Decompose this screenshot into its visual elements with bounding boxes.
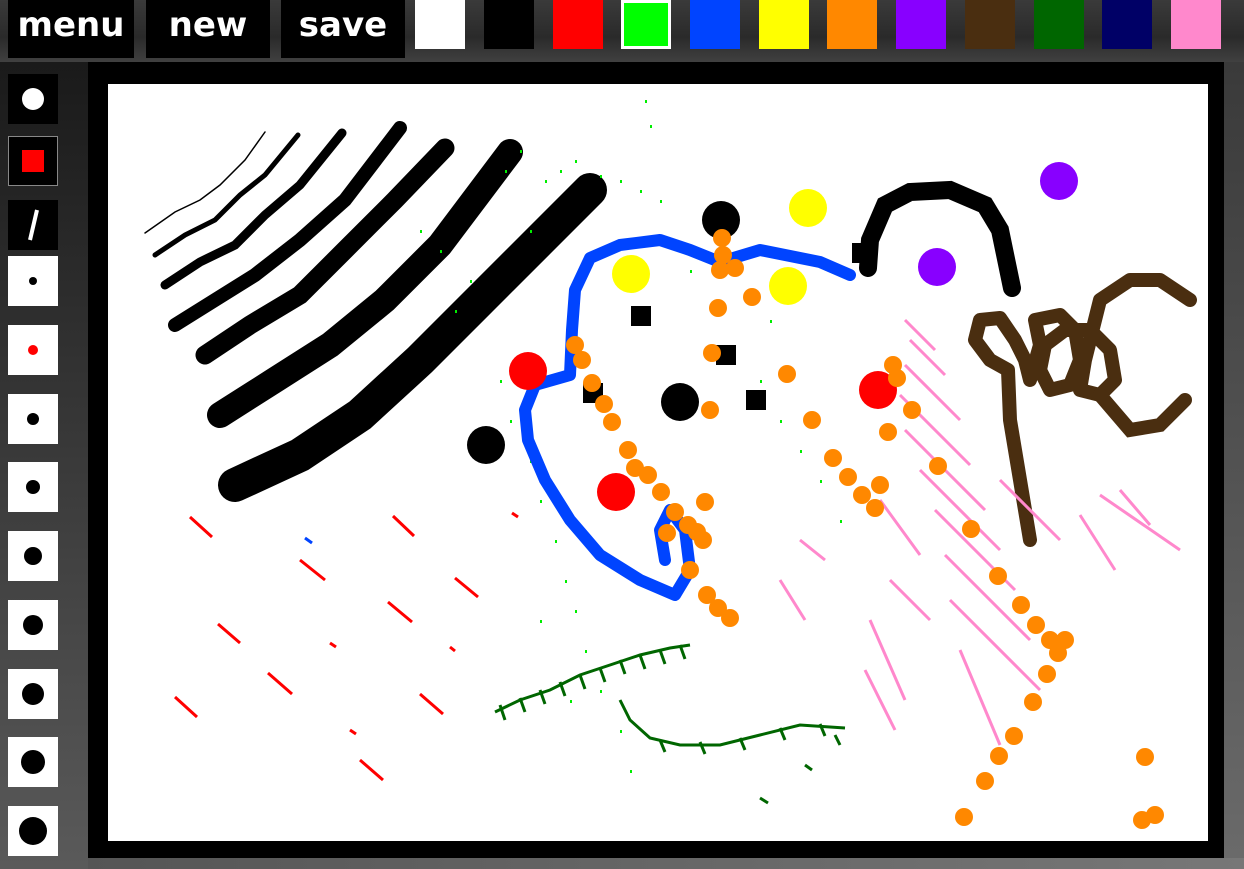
- color-swatch-dark-green[interactable]: [1034, 0, 1084, 49]
- brush-dot-icon: [24, 547, 42, 565]
- brush-dot-icon: [28, 345, 38, 355]
- color-swatch-purple[interactable]: [896, 0, 946, 49]
- color-swatch-white[interactable]: [415, 0, 465, 49]
- bottom-edge: [88, 858, 1244, 869]
- square-icon: [22, 150, 44, 172]
- color-swatch-navy[interactable]: [1102, 0, 1152, 49]
- brush-size-6[interactable]: [8, 600, 58, 650]
- save-button[interactable]: save: [281, 0, 405, 58]
- circle-tool[interactable]: [8, 74, 58, 124]
- brush-dot-icon: [22, 683, 44, 705]
- color-swatch-black[interactable]: [484, 0, 534, 49]
- square-tool[interactable]: [8, 136, 58, 186]
- menu-button[interactable]: menu: [8, 0, 134, 58]
- brush-size-3[interactable]: [8, 394, 58, 444]
- brush-dot-icon: [23, 615, 43, 635]
- tool-sidebar: [0, 62, 90, 869]
- brush-dot-icon: [19, 817, 47, 845]
- color-swatch-pink[interactable]: [1171, 0, 1221, 49]
- brush-size-1[interactable]: [8, 256, 58, 306]
- top-toolbar: menu new save: [0, 0, 1244, 62]
- line-icon: [28, 209, 39, 241]
- line-tool[interactable]: [8, 200, 58, 250]
- brush-size-8[interactable]: [8, 737, 58, 787]
- color-swatch-brown[interactable]: [965, 0, 1015, 49]
- drawing-canvas[interactable]: [108, 84, 1208, 841]
- right-edge: [1224, 62, 1244, 858]
- brush-size-9[interactable]: [8, 806, 58, 856]
- brush-dot-icon: [29, 277, 37, 285]
- brush-dot-icon: [26, 480, 40, 494]
- brush-size-2[interactable]: [8, 325, 58, 375]
- color-swatch-red[interactable]: [553, 0, 603, 49]
- color-swatch-green[interactable]: [621, 0, 671, 49]
- color-swatch-yellow[interactable]: [759, 0, 809, 49]
- drawing-artwork: [144, 100, 1197, 829]
- new-button[interactable]: new: [146, 0, 270, 58]
- brush-size-5[interactable]: [8, 531, 58, 581]
- brush-size-4[interactable]: [8, 462, 58, 512]
- circle-icon: [22, 88, 44, 110]
- color-swatch-orange[interactable]: [827, 0, 877, 49]
- brush-dot-icon: [21, 750, 45, 774]
- brush-size-7[interactable]: [8, 669, 58, 719]
- brush-dot-icon: [27, 413, 39, 425]
- color-swatch-blue[interactable]: [690, 0, 740, 49]
